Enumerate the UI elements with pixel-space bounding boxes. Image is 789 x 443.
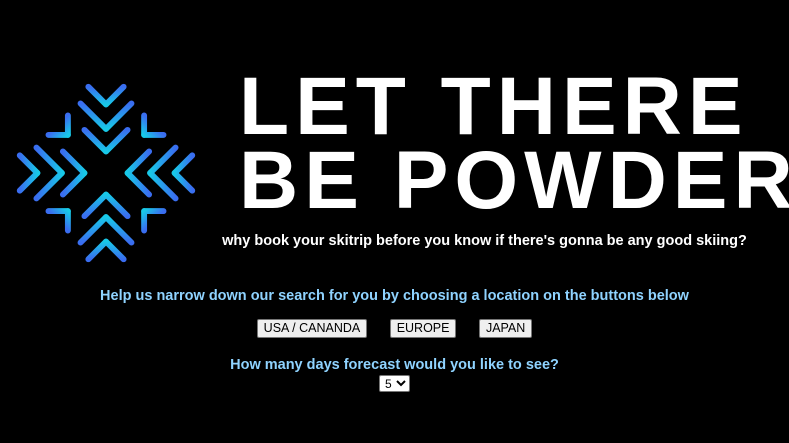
title-line-1: LET THERE: [239, 61, 749, 152]
location-prompt: Help us narrow down our search for you b…: [100, 288, 689, 304]
forecast-days-select[interactable]: 5: [379, 375, 410, 392]
forecast-days-prompt: How many days forecast would you like to…: [230, 357, 559, 373]
tagline: why book your skitrip before you know if…: [222, 233, 747, 249]
europe-button[interactable]: EUROPE: [389, 319, 457, 338]
location-buttons: USA / CANANDA EUROPE JAPAN: [0, 319, 789, 338]
usa-canada-button[interactable]: USA / CANANDA: [256, 319, 368, 338]
forecast-days-wrap: 5: [0, 375, 789, 393]
page: LET THERE BE POWDER why book your skitri…: [0, 0, 789, 443]
title-line-2: BE POWDER: [239, 135, 789, 226]
japan-button[interactable]: JAPAN: [478, 319, 533, 338]
page-title: LET THERE BE POWDER: [239, 61, 789, 226]
